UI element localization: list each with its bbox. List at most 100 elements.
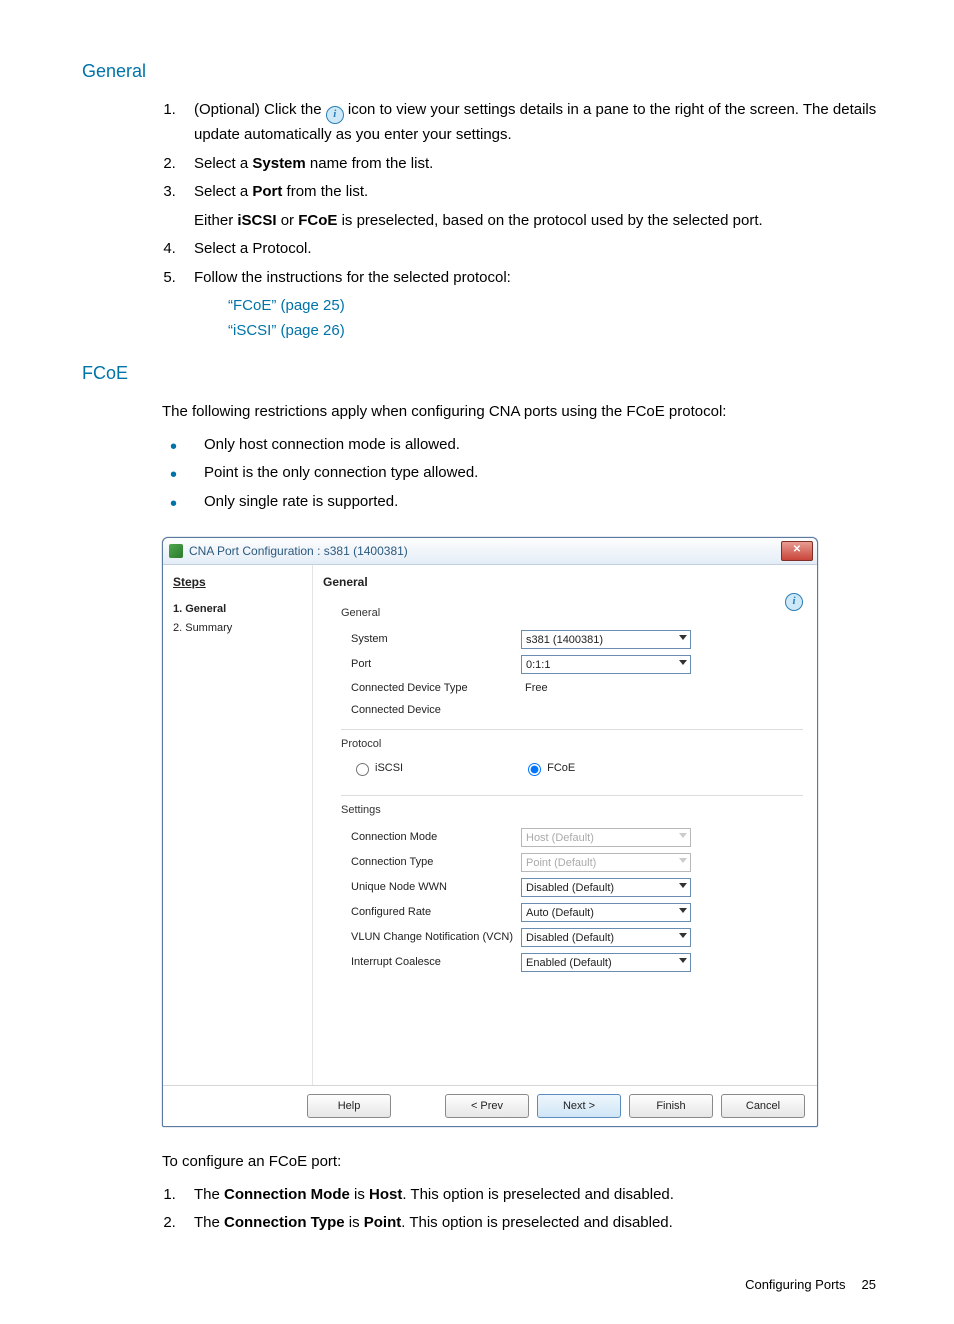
step-general[interactable]: 1. General [173, 601, 302, 618]
text: . This option is preselected and disable… [402, 1186, 674, 1203]
text: from the list. [282, 183, 368, 200]
dialog-titlebar: CNA Port Configuration : s381 (1400381) … [163, 538, 817, 565]
page-number: 25 [862, 1275, 876, 1295]
info-icon[interactable]: i [785, 593, 803, 611]
step-2: Select a System name from the list. [180, 153, 884, 176]
chevron-down-icon [679, 635, 687, 640]
steps-header: Steps [173, 573, 302, 591]
select-vcn[interactable]: Disabled (Default) [521, 928, 691, 947]
radio-label: FCoE [547, 760, 575, 777]
text: name from the list. [306, 155, 434, 172]
value: Disabled (Default) [526, 932, 614, 944]
label-connection-type: Connection Type [351, 854, 521, 871]
chevron-down-icon [679, 660, 687, 665]
link-iscsi[interactable]: “iSCSI” (page 26) [228, 322, 345, 339]
close-button[interactable]: ✕ [781, 541, 813, 561]
bold: Host [369, 1186, 402, 1203]
divider [341, 795, 803, 796]
page-footer: Configuring Ports 25 [70, 1275, 884, 1295]
fcoe-intro: The following restrictions apply when co… [162, 401, 884, 424]
fcoe-config-steps: The Connection Mode is Host. This option… [180, 1184, 884, 1235]
text: The [194, 1186, 224, 1203]
group-settings: Settings [341, 802, 803, 819]
chevron-down-icon [679, 933, 687, 938]
chevron-down-icon [679, 833, 687, 838]
bold: Connection Mode [224, 1186, 350, 1203]
select-port[interactable]: 0:1:1 [521, 655, 691, 674]
step-3: Select a Port from the list. Either iSCS… [180, 181, 884, 232]
fcoe-restrictions: Only host connection mode is allowed. Po… [160, 434, 884, 514]
step-4: Select a Protocol. [180, 238, 884, 261]
text: The [194, 1214, 224, 1231]
chevron-down-icon [679, 883, 687, 888]
label-port: Port [351, 656, 521, 673]
list-item: Only single rate is supported. [160, 491, 884, 514]
finish-button[interactable]: Finish [629, 1094, 713, 1118]
radio-label: iSCSI [375, 760, 403, 777]
text: Select a [194, 155, 252, 172]
value: Auto (Default) [526, 907, 594, 919]
bold: Connection Type [224, 1214, 345, 1231]
radio-fcoe[interactable]: FCoE [523, 760, 575, 777]
general-steps-list: (Optional) Click the i icon to view your… [180, 99, 884, 289]
group-protocol: Protocol [341, 736, 803, 753]
protocol-links: “FCoE” (page 25) “iSCSI” (page 26) [228, 295, 884, 342]
list-item: The Connection Type is Point. This optio… [180, 1212, 884, 1235]
prev-button[interactable]: < Prev [445, 1094, 529, 1118]
text: . This option is preselected and disable… [401, 1214, 673, 1231]
label-connection-mode: Connection Mode [351, 829, 521, 846]
dialog-main: General i General System s381 (1400381) … [313, 565, 817, 1085]
text: (Optional) Click the [194, 101, 326, 118]
help-button[interactable]: Help [307, 1094, 391, 1118]
select-configured-rate[interactable]: Auto (Default) [521, 903, 691, 922]
chevron-down-icon [679, 958, 687, 963]
step-1: (Optional) Click the i icon to view your… [180, 99, 884, 147]
cancel-button[interactable]: Cancel [721, 1094, 805, 1118]
select-system[interactable]: s381 (1400381) [521, 630, 691, 649]
text: is [350, 1186, 369, 1203]
fcoe-config-intro: To configure an FCoE port: [162, 1151, 884, 1174]
select-connection-mode: Host (Default) [521, 828, 691, 847]
divider [341, 729, 803, 730]
main-header: General [323, 573, 803, 591]
label-system: System [351, 631, 521, 648]
value: Disabled (Default) [526, 882, 614, 894]
bold: FCoE [298, 212, 337, 229]
bold: Point [364, 1214, 402, 1231]
value: Point (Default) [526, 857, 596, 869]
text: is [345, 1214, 364, 1231]
value: 0:1:1 [526, 659, 550, 671]
list-item: Only host connection mode is allowed. [160, 434, 884, 457]
text: Select a [194, 183, 252, 200]
radio-iscsi[interactable]: iSCSI [351, 760, 403, 777]
select-unique-node-wwn[interactable]: Disabled (Default) [521, 878, 691, 897]
value: Host (Default) [526, 832, 594, 844]
value: s381 (1400381) [526, 634, 603, 646]
value-connected-device-type: Free [521, 680, 548, 697]
list-item: Point is the only connection type allowe… [160, 462, 884, 485]
dialog-title: CNA Port Configuration : s381 (1400381) [189, 542, 408, 560]
text: is preselected, based on the protocol us… [337, 212, 762, 229]
next-button[interactable]: Next > [537, 1094, 621, 1118]
value: Enabled (Default) [526, 957, 612, 969]
section-heading-general: General [82, 58, 884, 85]
bold: Port [252, 183, 282, 200]
bold: System [252, 155, 305, 172]
label-vcn: VLUN Change Notification (VCN) [351, 929, 521, 946]
label-connected-device: Connected Device [351, 702, 521, 719]
footer-label: Configuring Ports [745, 1275, 845, 1295]
label-connected-device-type: Connected Device Type [351, 680, 521, 697]
link-fcoe[interactable]: “FCoE” (page 25) [228, 297, 345, 314]
select-interrupt-coalesce[interactable]: Enabled (Default) [521, 953, 691, 972]
chevron-down-icon [679, 858, 687, 863]
bold: iSCSI [237, 212, 276, 229]
section-heading-fcoe: FCoE [82, 360, 884, 387]
steps-sidebar: Steps 1. General 2. Summary [163, 565, 313, 1085]
label-interrupt-coalesce: Interrupt Coalesce [351, 954, 521, 971]
list-item: The Connection Mode is Host. This option… [180, 1184, 884, 1207]
dialog-button-bar: Help < Prev Next > Finish Cancel [163, 1085, 817, 1126]
label-configured-rate: Configured Rate [351, 904, 521, 921]
step-summary[interactable]: 2. Summary [173, 620, 302, 637]
text: or [277, 212, 299, 229]
label-unique-node-wwn: Unique Node WWN [351, 879, 521, 896]
